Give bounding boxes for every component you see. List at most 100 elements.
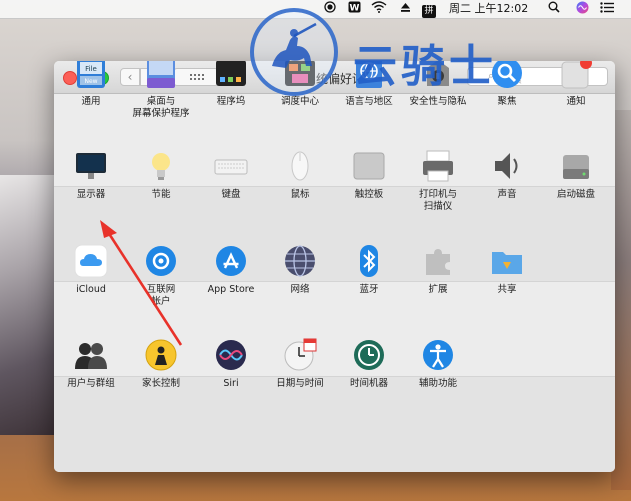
pref-pane-notifications[interactable]: 通知 <box>541 61 611 108</box>
pref-pane-sound[interactable]: 声音 <box>472 149 542 201</box>
pref-pane-label: 互联网 帐户 <box>146 284 176 307</box>
display-icon <box>74 149 108 183</box>
menu-bar: W 拼 周二 上午12:02 <box>0 0 631 19</box>
pref-pane-keyboard[interactable]: 键盘 <box>196 149 266 201</box>
keyboard-icon <box>214 149 248 183</box>
pref-pane-energy[interactable]: 节能 <box>126 149 196 201</box>
printer-icon <box>421 149 455 183</box>
pref-pane-label: 程序坞 <box>216 96 246 107</box>
pref-pane-timemachine[interactable]: 时间机器 <box>334 338 404 390</box>
input-method-icon[interactable]: 拼 <box>421 1 437 18</box>
pref-pane-label: iCloud <box>76 284 106 295</box>
pref-pane-label: 家长控制 <box>141 378 180 389</box>
siri-icon <box>214 338 248 372</box>
pref-pane-label: 启动磁盘 <box>556 189 595 200</box>
pref-pane-label: 扩展 <box>428 284 448 295</box>
parental-controls-icon <box>144 338 178 372</box>
bluetooth-icon <box>352 244 386 278</box>
pref-pane-label: 通用 <box>81 96 101 107</box>
pref-pane-datetime[interactable]: 日期与时间 <box>265 338 335 390</box>
pref-pane-icloud[interactable]: iCloud <box>56 244 126 296</box>
internet-accounts-icon <box>144 244 178 278</box>
record-icon[interactable] <box>322 1 338 17</box>
pref-pane-label: 键盘 <box>221 189 241 200</box>
sharing-icon <box>490 244 524 278</box>
menubar-clock[interactable]: 周二 上午12:02 <box>449 1 528 17</box>
desktop-icon <box>144 61 178 90</box>
pref-pane-displays[interactable]: 显示器 <box>56 149 126 201</box>
svg-text:File: File <box>85 65 97 73</box>
pref-pane-label: 共享 <box>497 284 517 295</box>
pref-pane-security[interactable]: 安全性与隐私 <box>403 61 473 108</box>
pref-pane-label: 调度中心 <box>280 96 319 107</box>
svg-text:New: New <box>84 78 97 85</box>
pref-pane-label: 声音 <box>497 189 517 200</box>
wifi-icon[interactable] <box>370 1 388 17</box>
pref-pane-mouse[interactable]: 鼠标 <box>265 149 335 201</box>
pref-pane-label: 打印机与 扫描仪 <box>418 189 457 212</box>
siri-menu-icon[interactable] <box>574 1 590 17</box>
time-machine-icon <box>352 338 386 372</box>
pref-pane-label: 辅助功能 <box>418 378 457 389</box>
pref-pane-label: 安全性与隐私 <box>409 96 467 107</box>
pref-pane-siri[interactable]: Siri <box>196 338 266 390</box>
trackpad-icon <box>352 149 386 183</box>
pref-pane-spotlight[interactable]: 聚焦 <box>472 61 542 108</box>
pref-pane-label: 语言与地区 <box>345 96 393 107</box>
pref-pane-label: 时间机器 <box>349 378 388 389</box>
pref-pane-startup[interactable]: 启动磁盘 <box>541 149 611 201</box>
pref-pane-internet[interactable]: 互联网 帐户 <box>126 244 196 308</box>
pref-pane-label: 用户与群组 <box>67 378 115 389</box>
pref-pane-label: 显示器 <box>76 189 106 200</box>
pref-pane-parental[interactable]: 家长控制 <box>126 338 196 390</box>
pref-pane-printers[interactable]: 打印机与 扫描仪 <box>403 149 473 213</box>
accessibility-icon <box>421 338 455 372</box>
spotlight-menu-icon[interactable] <box>546 1 562 17</box>
app-store-icon <box>214 244 248 278</box>
mission-control-icon <box>283 61 317 90</box>
svg-text:W: W <box>349 3 359 13</box>
pref-pane-general[interactable]: File New 通用 <box>56 61 126 108</box>
extensions-icon <box>421 244 455 278</box>
notifications-icon <box>559 61 593 90</box>
pref-pane-bluetooth[interactable]: 蓝牙 <box>334 244 404 296</box>
pref-pane-label: 桌面与 屏幕保护程序 <box>132 96 190 119</box>
mouse-icon <box>283 149 317 183</box>
pref-pane-appstore[interactable]: App Store <box>196 244 266 296</box>
security-icon <box>421 61 455 90</box>
pref-pane-label: 节能 <box>151 189 171 200</box>
pref-pane-desktop[interactable]: 桌面与 屏幕保护程序 <box>126 61 196 120</box>
pref-pane-label: 鼠标 <box>290 189 310 200</box>
pref-pane-label: 网络 <box>290 284 310 295</box>
pref-pane-label: 触控板 <box>354 189 384 200</box>
pref-pane-accessibility[interactable]: 辅助功能 <box>403 338 473 390</box>
notification-center-icon[interactable] <box>598 1 616 17</box>
pref-pane-trackpad[interactable]: 触控板 <box>334 149 404 201</box>
date-time-icon <box>283 338 317 372</box>
pref-pane-language[interactable]: 语言与地区 <box>334 61 404 108</box>
startup-disk-icon <box>559 149 593 183</box>
pref-pane-users[interactable]: 用户与群组 <box>56 338 126 390</box>
pref-pane-dock[interactable]: 程序坞 <box>196 61 266 108</box>
wps-icon[interactable]: W <box>346 1 362 17</box>
spotlight-icon <box>490 61 524 90</box>
pref-pane-extensions[interactable]: 扩展 <box>403 244 473 296</box>
pref-pane-label: App Store <box>207 284 255 295</box>
pref-pane-network[interactable]: 网络 <box>265 244 335 296</box>
pref-pane-label: 聚焦 <box>497 96 517 107</box>
energy-icon <box>144 149 178 183</box>
pref-pane-label: Siri <box>223 378 239 389</box>
language-icon <box>352 61 386 90</box>
users-icon <box>74 338 108 372</box>
network-icon <box>283 244 317 278</box>
section-system <box>54 377 615 472</box>
pref-pane-sharing[interactable]: 共享 <box>472 244 542 296</box>
icloud-icon <box>74 244 108 278</box>
pref-pane-label: 日期与时间 <box>276 378 324 389</box>
pref-pane-label: 蓝牙 <box>359 284 379 295</box>
pref-pane-mission[interactable]: 调度中心 <box>265 61 335 108</box>
system-preferences-window: ‹ › 系统偏好设置 ⌕ 搜索 FileNew通用桌面与 屏幕保护程序程序坞调度… <box>54 61 615 472</box>
dock-icon <box>214 61 248 90</box>
pref-pane-label: 通知 <box>566 96 586 107</box>
eject-icon[interactable] <box>397 1 413 17</box>
